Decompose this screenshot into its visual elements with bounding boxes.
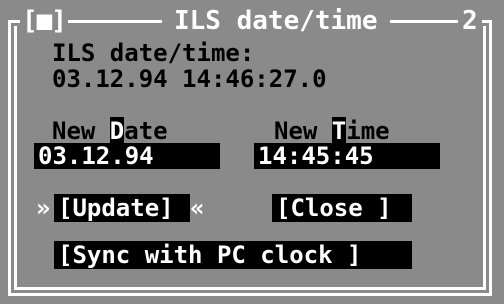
sync-pc-clock-button[interactable]: [Sync with PC clock ] bbox=[54, 241, 412, 269]
ils-datetime-label: ILS date/time: bbox=[52, 39, 255, 67]
new-time-label-suffix: ime bbox=[346, 117, 390, 145]
window-number: 2 bbox=[458, 6, 482, 36]
update-button[interactable]: [Update] bbox=[54, 194, 190, 222]
new-date-label-suffix: ate bbox=[124, 117, 168, 145]
close-window-button[interactable]: [■] bbox=[20, 6, 68, 36]
new-date-hotkey: D bbox=[109, 117, 125, 145]
focus-marker-left: » bbox=[36, 194, 51, 222]
focus-marker-right: « bbox=[190, 194, 205, 222]
title-bar: [■] ILS date/time 2 bbox=[0, 0, 504, 40]
new-date-label: New Date bbox=[52, 117, 168, 145]
window-title: ILS date/time bbox=[162, 6, 390, 36]
ils-datetime-value: 03.12.94 14:46:27.0 bbox=[52, 65, 327, 93]
new-time-label-prefix: New bbox=[274, 117, 332, 145]
close-button[interactable]: [Close ] bbox=[272, 194, 412, 222]
new-date-input[interactable]: 03.12.94 bbox=[34, 143, 220, 169]
new-time-label: New Time bbox=[274, 117, 390, 145]
new-time-hotkey: T bbox=[331, 117, 347, 145]
ils-datetime-dialog: [■] ILS date/time 2 ILS date/time: 03.12… bbox=[0, 0, 504, 304]
new-time-input[interactable]: 14:45:45 bbox=[254, 143, 440, 169]
new-date-label-prefix: New bbox=[52, 117, 110, 145]
